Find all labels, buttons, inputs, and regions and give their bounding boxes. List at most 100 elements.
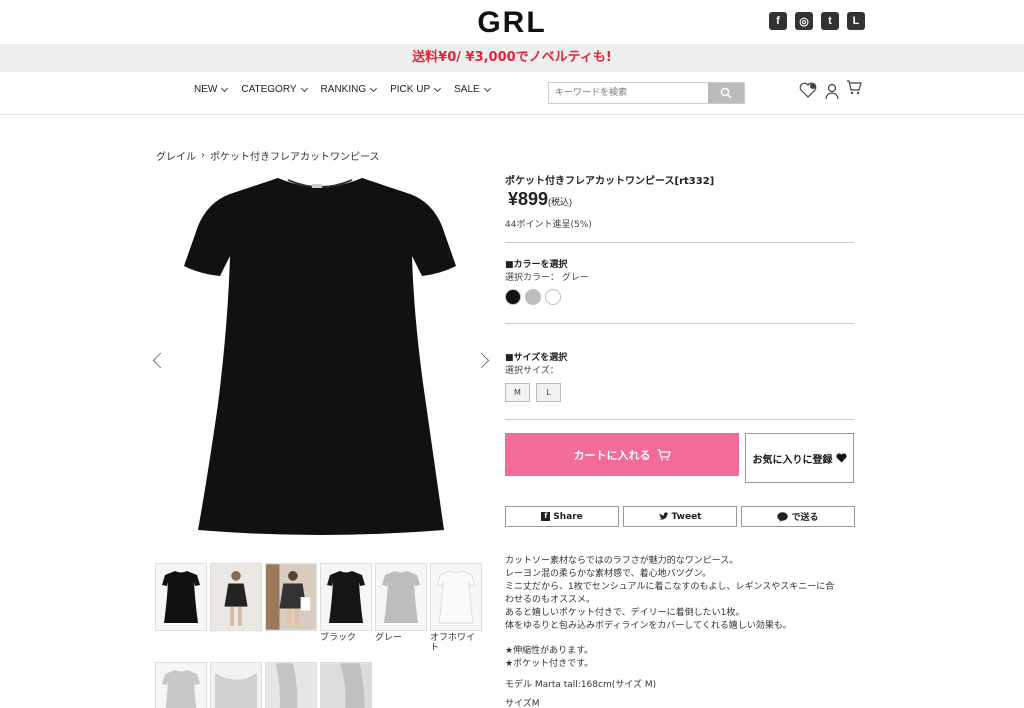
product-name: ポケット付きフレアカットワンピース[rt332] bbox=[505, 176, 715, 187]
facebook-icon[interactable]: f bbox=[769, 12, 787, 30]
nav-item-category[interactable]: CATEGORY bbox=[241, 84, 308, 95]
line-label: で送る bbox=[791, 513, 819, 523]
add-to-cart-button[interactable]: カートに入れる bbox=[505, 433, 739, 476]
color-selected: 選択カラー： グレー bbox=[505, 273, 589, 283]
breadcrumb-home[interactable]: グレイル bbox=[156, 148, 196, 163]
tax-label: (税込) bbox=[548, 197, 573, 207]
desc-line: レーヨン混の柔らかな素材感で、着心地バツグン。 bbox=[505, 569, 712, 579]
thumbnail-label: ブラック bbox=[320, 633, 357, 643]
site-logo[interactable]: GRL bbox=[0, 6, 1024, 40]
line-icon bbox=[777, 511, 789, 522]
color-swatch-black[interactable] bbox=[505, 289, 521, 305]
promo-banner[interactable]: 送料¥0/ ¥3,000でノベルティも! bbox=[0, 44, 1024, 72]
thumbnail-gallery-row2 bbox=[155, 662, 372, 708]
size-button-m[interactable]: M bbox=[505, 383, 530, 402]
model-photo-image bbox=[211, 564, 261, 630]
divider bbox=[505, 323, 854, 324]
fabric-detail-image bbox=[211, 663, 261, 708]
dress-image-black bbox=[162, 571, 200, 623]
share-label: Share bbox=[553, 511, 583, 522]
thumbnail[interactable] bbox=[265, 563, 317, 631]
tweet-button[interactable]: Tweet bbox=[623, 506, 737, 527]
dress-image-black bbox=[327, 571, 365, 623]
thumbnail-label: グレー bbox=[375, 633, 403, 643]
thumbnail[interactable] bbox=[320, 563, 372, 631]
size-info: サイズM bbox=[505, 699, 540, 708]
size-heading: ■サイズを選択 bbox=[505, 353, 568, 363]
cart-icon[interactable] bbox=[846, 78, 862, 100]
social-links: f ◎ t L bbox=[769, 12, 865, 30]
search-input[interactable] bbox=[549, 83, 708, 103]
divider bbox=[505, 242, 854, 243]
thumbnail-label: オフホワイト bbox=[430, 633, 476, 653]
tweet-label: Tweet bbox=[671, 511, 702, 522]
points-info: 44ポイント進呈(5%) bbox=[505, 220, 592, 230]
chevron-down-icon bbox=[221, 84, 229, 92]
desc-feature: ★伸縮性があります。 bbox=[505, 646, 594, 656]
color-heading: ■カラーを選択 bbox=[505, 260, 568, 270]
thumbnail-label bbox=[210, 631, 262, 661]
twitter-icon[interactable]: t bbox=[821, 12, 839, 30]
thumbnail[interactable] bbox=[210, 662, 262, 708]
add-to-favorites-button[interactable]: お気に入りに登録 bbox=[745, 433, 854, 483]
price-value: ¥899 bbox=[508, 189, 549, 209]
dress-image-gray bbox=[382, 571, 420, 623]
size-button-l[interactable]: L bbox=[536, 383, 561, 402]
desc-feature: ★ポケット付きです。 bbox=[505, 659, 594, 669]
header-icons bbox=[798, 78, 862, 100]
nav-item-ranking[interactable]: RANKING bbox=[321, 84, 378, 95]
thumbnail[interactable] bbox=[265, 662, 317, 708]
thumbnail[interactable] bbox=[375, 563, 427, 631]
color-swatch-offwhite[interactable] bbox=[545, 289, 561, 305]
dress-image-gray bbox=[162, 670, 200, 708]
desc-line: 体をゆるりと包み込みボディラインをカバーしてくれる嬉しい効果も。 bbox=[505, 621, 792, 631]
prev-image-arrow[interactable] bbox=[152, 352, 169, 369]
desc-line: ミニ丈だから、1枚でセンシュアルに着こなすのもよし、レギンスやスキニーに合 bbox=[505, 582, 835, 592]
desc-line: カットソー素材ならではのラフさが魅力的なワンピース。 bbox=[505, 556, 739, 566]
next-image-arrow[interactable] bbox=[473, 352, 490, 369]
nav-label: PICK UP bbox=[390, 84, 431, 95]
product-description: カットソー素材ならではのラフさが魅力的なワンピース。 レーヨン混の柔らかな素材感… bbox=[505, 555, 865, 708]
line-icon[interactable]: L bbox=[847, 12, 865, 30]
chevron-down-icon bbox=[434, 84, 442, 92]
chevron-down-icon bbox=[370, 84, 378, 92]
facebook-share-button[interactable]: f Share bbox=[505, 506, 619, 527]
nav-item-pickup[interactable]: PICK UP bbox=[390, 84, 442, 95]
product-price: ¥899(税込) bbox=[508, 189, 572, 210]
chevron-right-icon: › bbox=[201, 150, 205, 161]
favorite-heart-icon[interactable] bbox=[798, 80, 818, 100]
user-icon[interactable] bbox=[824, 82, 840, 100]
thumbnail-label bbox=[265, 631, 317, 661]
dress-image-offwhite bbox=[436, 570, 476, 624]
desc-line: わせるのもオススメ。 bbox=[505, 595, 596, 605]
model-info: モデル Marta tall:168cm(サイズ M) bbox=[505, 680, 657, 690]
thumbnail[interactable] bbox=[155, 662, 207, 708]
nav-item-new[interactable]: NEW bbox=[194, 84, 229, 95]
search-button[interactable] bbox=[708, 83, 744, 103]
nav-label: SALE bbox=[454, 84, 480, 95]
nav-label: NEW bbox=[194, 84, 218, 95]
instagram-icon[interactable]: ◎ bbox=[795, 12, 813, 30]
fav-button-label: お気に入りに登録 bbox=[752, 454, 833, 466]
thumbnail-label bbox=[155, 631, 207, 661]
thumbnail[interactable] bbox=[320, 662, 372, 708]
twitter-icon bbox=[658, 512, 669, 520]
product-main-image[interactable] bbox=[170, 174, 470, 536]
line-share-button[interactable]: で送る bbox=[741, 506, 855, 527]
divider bbox=[505, 419, 854, 420]
color-swatches bbox=[505, 289, 561, 305]
share-buttons: f Share Tweet で送る bbox=[505, 506, 855, 527]
thumbnail[interactable] bbox=[430, 563, 482, 631]
fabric-detail-image bbox=[321, 663, 371, 708]
thumbnail[interactable] bbox=[155, 563, 207, 631]
chevron-down-icon bbox=[483, 84, 491, 92]
color-swatch-gray[interactable] bbox=[525, 289, 541, 305]
nav-item-sale[interactable]: SALE bbox=[454, 84, 491, 95]
desc-line: あると嬉しいポケット付きで、デイリーに着倒したい1枚。 bbox=[505, 608, 745, 618]
breadcrumb: グレイル › ポケット付きフレアカットワンピース bbox=[156, 148, 380, 163]
thumbnail[interactable] bbox=[210, 563, 262, 631]
cart-button-label: カートに入れる bbox=[573, 449, 651, 462]
cart-icon bbox=[657, 448, 671, 460]
nav-label: CATEGORY bbox=[241, 84, 297, 95]
heart-icon bbox=[835, 453, 847, 463]
